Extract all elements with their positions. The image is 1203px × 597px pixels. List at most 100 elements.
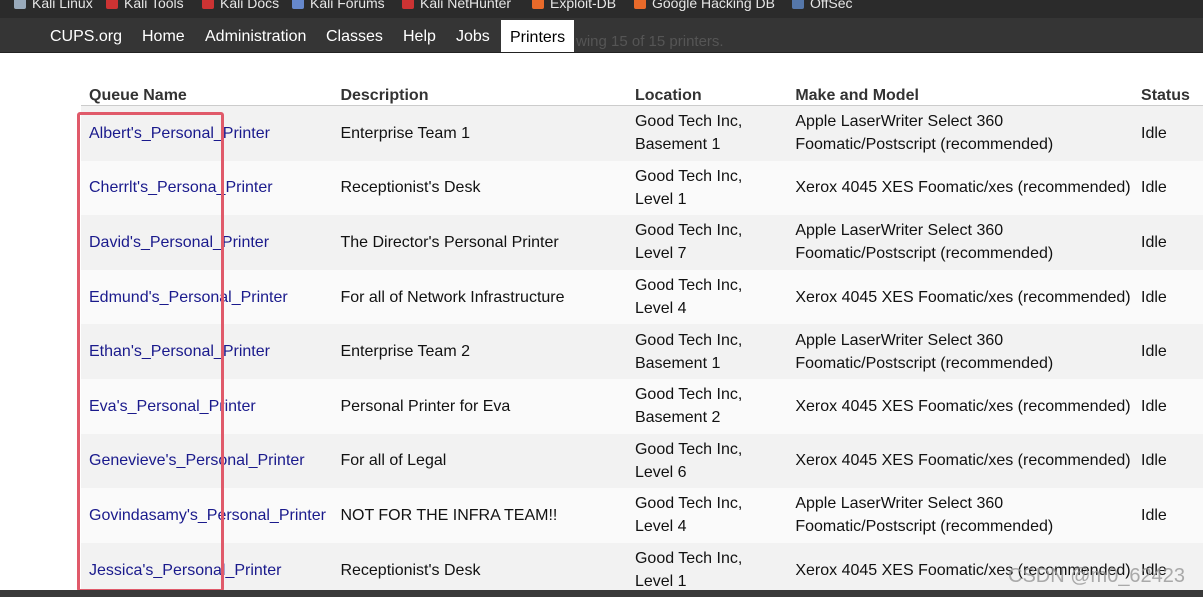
table-row: Ethan's_Personal_Printer Enterprise Team … [81, 324, 1203, 379]
location-line: Basement 2 [634, 409, 721, 427]
description-cell: Receptionist's Desk [332, 542, 627, 597]
nethunter-icon [402, 0, 414, 9]
queue-name-cell: Albert's_Personal_Printer [81, 105, 333, 161]
nav-home[interactable]: Home [142, 18, 185, 52]
printer-queue-link[interactable]: Genevieve's_Personal_Printer [89, 452, 305, 469]
column-header-description[interactable]: Description [332, 79, 627, 106]
printer-queue-link[interactable]: Albert's_Personal_Printer [89, 125, 270, 142]
make-model-cell: Xerox 4045 XES Foomatic/xes (recommended… [787, 378, 1134, 434]
description-cell: Enterprise Team 1 [332, 105, 627, 161]
bookmark-offsec[interactable]: OffSec [792, 0, 853, 11]
model-line: Foomatic/Postscript (recommended) [795, 354, 1054, 372]
table-row: David's_Personal_Printer The Director's P… [81, 215, 1203, 270]
nav-help[interactable]: Help [403, 18, 436, 52]
status-cell: Idle [1133, 324, 1203, 379]
model-line: Foomatic/Postscript (recommended) [795, 136, 1054, 154]
location-line: Good Tech Inc, [634, 440, 743, 458]
status-cell: Idle [1133, 160, 1203, 216]
location-cell: Good Tech Inc, Basement 1 [626, 324, 788, 379]
table-row: Govindasamy's_Personal_Printer NOT FOR TH… [81, 488, 1203, 543]
bookmark-kali-docs[interactable]: Kali Docs [202, 0, 279, 11]
ghdb-icon [634, 0, 646, 9]
bookmark-exploit-db[interactable]: Exploit-DB [532, 0, 616, 11]
printer-queue-link[interactable]: Ethan's_Personal_Printer [89, 343, 270, 360]
description-cell: NOT FOR THE INFRA TEAM!! [332, 488, 627, 543]
location-line: Good Tech Inc, [634, 550, 743, 568]
bookmark-label: Google Hacking DB [652, 0, 775, 11]
printer-queue-link[interactable]: Eva's_Personal_Printer [89, 398, 256, 415]
column-header-location[interactable]: Location [626, 79, 788, 106]
queue-name-cell: Govindasamy's_Personal_Printer [81, 488, 333, 543]
table-row: Eva's_Personal_Printer Personal Printer f… [81, 378, 1203, 434]
model-line: Apple LaserWriter Select 360 [795, 495, 1004, 513]
printer-queue-link[interactable]: Edmund's_Personal_Printer [89, 289, 288, 306]
bookmark-label: Kali Linux [32, 0, 93, 11]
bookmark-label: OffSec [810, 0, 853, 11]
status-cell: Idle [1133, 433, 1203, 489]
bookmark-google-hacking-db[interactable]: Google Hacking DB [634, 0, 775, 11]
model-line: Apple LaserWriter Select 360 [795, 113, 1004, 131]
nav-printers[interactable]: Printers [501, 20, 575, 52]
model-line: Xerox 4045 XES Foomatic/xes (recommended… [795, 179, 1131, 197]
printer-queue-link[interactable]: Govindasamy's_Personal_Printer [89, 507, 326, 524]
bookmark-kali-tools[interactable]: Kali Tools [106, 0, 184, 11]
location-line: Level 4 [634, 518, 687, 536]
offsec-icon [792, 0, 804, 9]
exploit-db-icon [532, 0, 544, 9]
csdn-watermark: CSDN @m0_62423 [1008, 565, 1186, 587]
description-cell: For all of Legal [332, 433, 627, 489]
model-line: Xerox 4045 XES Foomatic/xes (recommended… [795, 397, 1131, 415]
description-cell: The Director's Personal Printer [332, 215, 627, 270]
queue-name-cell: Cherrlt's_Persona_Printer [81, 160, 333, 216]
kali-tools-icon [106, 0, 118, 9]
location-cell: Good Tech Inc, Basement 2 [626, 378, 788, 434]
kali-forums-icon [292, 0, 304, 9]
queue-name-cell: Eva's_Personal_Printer [81, 378, 333, 434]
bookmark-label: Kali NetHunter [420, 0, 512, 11]
status-cell: Idle [1133, 488, 1203, 543]
make-model-cell: Xerox 4045 XES Foomatic/xes (recommended… [787, 160, 1134, 216]
location-line: Good Tech Inc, [634, 331, 743, 349]
table-header-row: Queue Name Description Location Make and Mo… [81, 79, 1203, 106]
location-line: Good Tech Inc, [634, 495, 743, 513]
showing-count-text: wing 15 of 15 printers. [576, 33, 724, 50]
location-cell: Good Tech Inc, Level 6 [626, 433, 788, 489]
description-cell: Personal Printer for Eva [332, 378, 627, 434]
nav-jobs[interactable]: Jobs [456, 18, 490, 52]
bookmark-label: Kali Docs [220, 0, 280, 11]
nav-administration[interactable]: Administration [205, 18, 306, 52]
nav-cups-org[interactable]: CUPS.org [50, 18, 122, 52]
printer-queue-link[interactable]: Cherrlt's_Persona_Printer [89, 179, 273, 196]
table-row: Genevieve's_Personal_Printer For all of L… [81, 433, 1203, 489]
bottom-scroll-area [0, 590, 1203, 597]
location-line: Level 7 [634, 245, 687, 263]
queue-name-cell: Ethan's_Personal_Printer [81, 324, 333, 379]
model-line: Foomatic/Postscript (recommended) [795, 518, 1054, 536]
status-cell: Idle [1133, 378, 1203, 434]
column-header-status[interactable]: Status [1133, 79, 1203, 106]
printer-queue-link[interactable]: Jessica's_Personal_Printer [89, 562, 281, 579]
bookmark-kali-forums[interactable]: Kali Forums [292, 0, 385, 11]
model-line: Apple LaserWriter Select 360 [795, 222, 1004, 240]
column-header-queue-name[interactable]: Queue Name [81, 79, 333, 106]
table-row: Cherrlt's_Persona_Printer Receptionist's … [81, 160, 1203, 216]
nav-classes[interactable]: Classes [326, 18, 383, 52]
make-model-cell: Apple LaserWriter Select 360 Foomatic/Pos… [787, 324, 1134, 379]
printers-table: Queue Name Description Location Make and Mo… [81, 79, 1203, 597]
queue-name-cell: Jessica's_Personal_Printer [81, 542, 333, 597]
make-model-cell: Apple LaserWriter Select 360 Foomatic/Pos… [787, 488, 1134, 543]
model-line: Xerox 4045 XES Foomatic/xes (recommended… [795, 288, 1131, 306]
bookmark-label: Kali Tools [124, 0, 184, 11]
printer-queue-link[interactable]: David's_Personal_Printer [89, 234, 269, 251]
bookmark-kali-nethunter[interactable]: Kali NetHunter [402, 0, 511, 11]
status-cell: Idle [1133, 215, 1203, 270]
location-cell: Good Tech Inc, Level 4 [626, 488, 788, 543]
model-line: Foomatic/Postscript (recommended) [795, 245, 1054, 263]
location-line: Level 4 [634, 300, 687, 318]
model-line: Xerox 4045 XES Foomatic/xes (recommended… [795, 452, 1131, 470]
description-cell: For all of Network Infrastructure [332, 269, 627, 325]
make-model-cell: Apple LaserWriter Select 360 Foomatic/Pos… [787, 105, 1134, 161]
column-header-make-and-model[interactable]: Make and Model [787, 79, 1134, 106]
bookmark-kali-linux[interactable]: Kali Linux [14, 0, 93, 11]
location-line: Good Tech Inc, [634, 222, 743, 240]
